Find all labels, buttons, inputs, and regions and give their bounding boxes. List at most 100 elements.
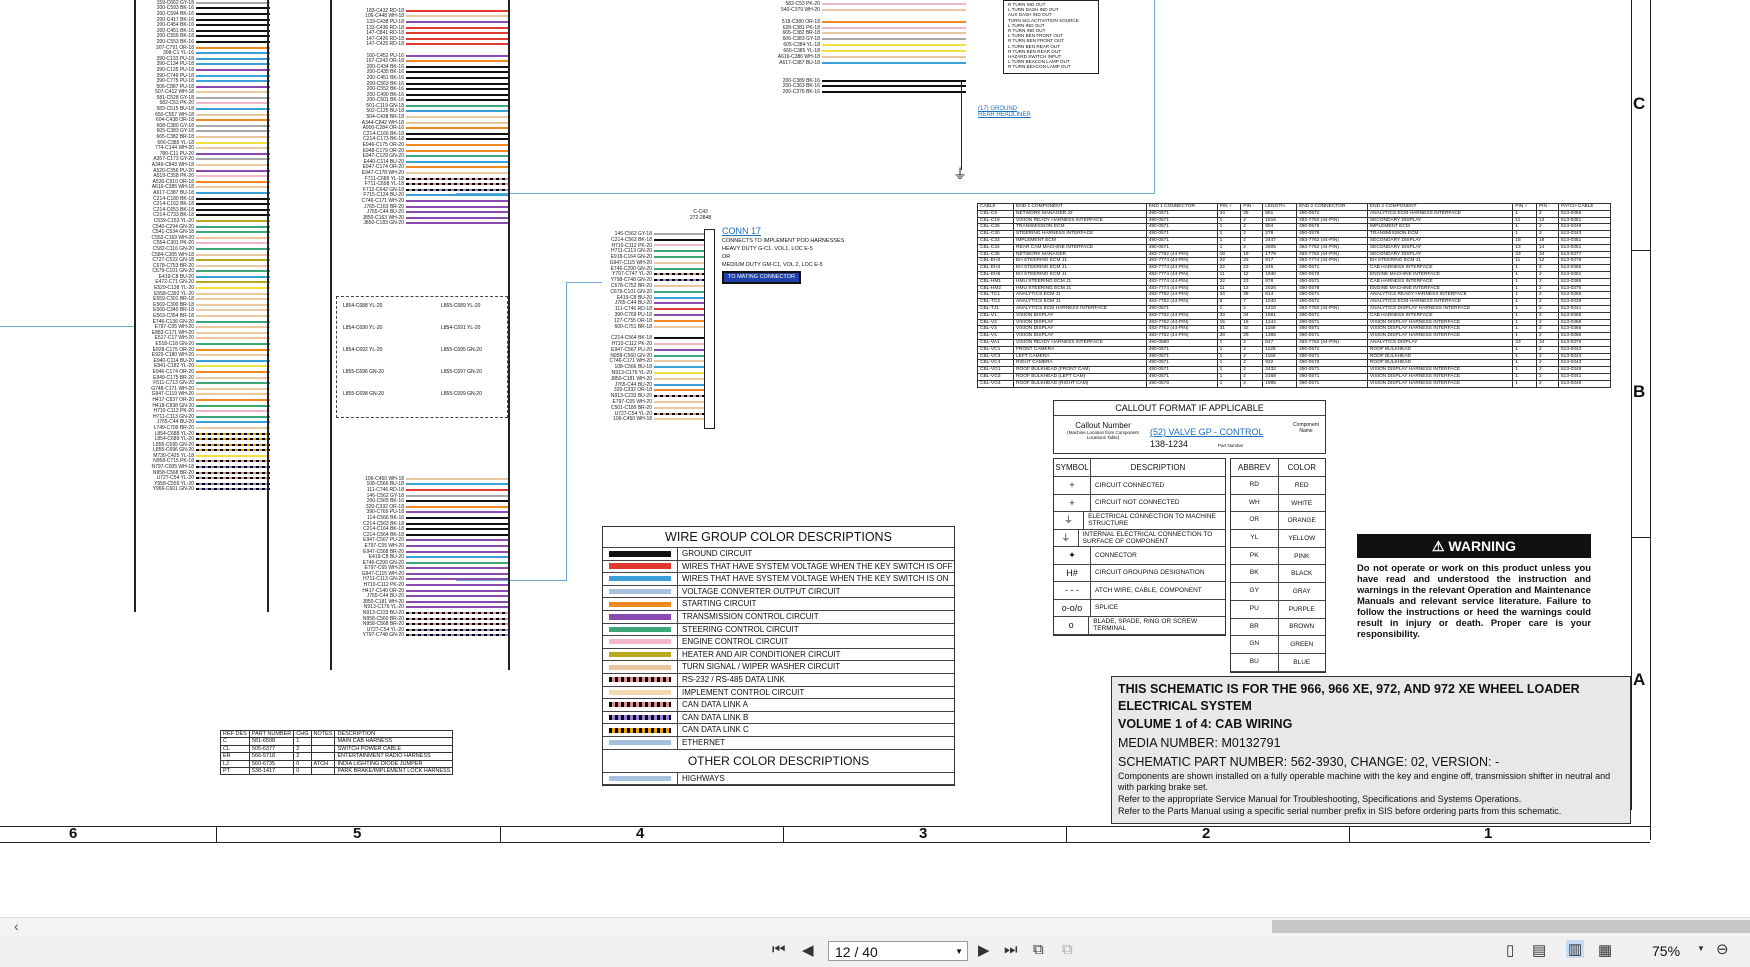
cable-cell: 2 <box>1240 372 1264 381</box>
table-row: CBL-EH4 EH STEERING ECM J1 483-7774 (44-PI… <box>977 264 1612 272</box>
abbrev-row: RD RED <box>1231 477 1325 495</box>
cable-cell: REAR CAM MACHINE INTERFACE <box>1013 243 1147 252</box>
cable-cell: 2 <box>1240 338 1264 347</box>
wire-stroke <box>196 52 270 55</box>
cable-cell: 23 <box>1240 264 1264 272</box>
abbrev-color: BROWN <box>1289 623 1315 631</box>
cable-header-cell: PATCH CABLE <box>1557 203 1612 211</box>
wire-stroke <box>406 65 510 68</box>
cable-cell: 483-7762 (44-PIN) <box>1145 291 1218 300</box>
wire-stroke <box>196 303 270 306</box>
page-selector[interactable]: 12 / 40 ▼ <box>828 941 968 961</box>
cable-cell: 2 <box>1240 230 1264 238</box>
cable-cell: 22 <box>1216 257 1242 266</box>
wire-stroke <box>406 617 510 620</box>
callout-number-label: Callout Number (Machine Location from Co… <box>1064 421 1142 441</box>
wire-stroke <box>196 315 270 318</box>
cable-cell: 490-0571 <box>1296 325 1368 334</box>
wire-stroke <box>406 556 510 559</box>
continuous-two-page-icon[interactable]: ▦ <box>1598 941 1612 959</box>
wire-stroke <box>406 110 510 113</box>
wire-stroke <box>196 164 270 167</box>
splice-label: L855-C696 GN-20 <box>343 369 384 375</box>
cable-cell: 1395 <box>1262 332 1298 340</box>
zoom-value[interactable]: 75% <box>1652 943 1680 959</box>
table-row: CBL-TC2 ANALYTICS ECM J1 483-7762 (44-PIN)… <box>977 298 1612 306</box>
zone-column-bar <box>0 826 1650 843</box>
first-page-icon[interactable]: ⏮ <box>772 941 786 958</box>
cable-cell: 647 <box>1262 338 1298 347</box>
wire-stroke <box>196 7 270 10</box>
cable-cell: ANALYTICS ECM HARNESS INTERFACE <box>1366 298 1514 306</box>
scroll-left-icon[interactable]: ‹ <box>14 918 19 934</box>
zone-column-border <box>1650 0 1651 840</box>
wire-stroke <box>406 43 510 46</box>
conn17-title[interactable]: CONN 17 <box>722 226 862 237</box>
cable-cell: 1 <box>1512 209 1537 218</box>
wire-stroke <box>196 331 270 334</box>
cable-cell: 483-7762 (44-PIN) <box>1145 311 1218 320</box>
legend-text: TURN SIGNAL / WIPER WASHER CIRCUIT <box>677 661 954 673</box>
legend-row: HEATER AND AIR CONDITIONER CIRCUIT <box>603 648 954 662</box>
parts-cell: INDIA LIGHTING DIODE JUMPER <box>334 759 454 769</box>
table-row: CL 505-6377 2 SWITCH POWER CABLE <box>220 744 454 754</box>
cable-cell: 513-0343 <box>1557 230 1612 238</box>
last-page-icon[interactable]: ⏭ <box>1004 941 1018 958</box>
two-page-view-icon[interactable]: ▥ <box>1566 940 1585 958</box>
legend-swatch <box>609 639 671 645</box>
cable-cell: 2 <box>1535 291 1559 300</box>
cable-header-cell: END 2 COMPONENT <box>1366 203 1514 211</box>
callout-link[interactable]: (52) VALVE GP - CONTROL <box>1150 427 1264 437</box>
wire-stroke <box>196 477 270 480</box>
wire-stroke <box>406 494 510 497</box>
cable-cell: 2 <box>1535 352 1559 361</box>
symbol-table: SYMBOL DESCRIPTION + CIRCUIT CONNECTED + CI… <box>1053 458 1226 636</box>
parts-cell: 538-1417 <box>248 767 295 776</box>
wire-stroke <box>822 55 966 58</box>
dropdown-icon[interactable]: ▼ <box>955 942 963 962</box>
cable-cell: 490-0571 <box>1145 230 1218 238</box>
abbrev-row: WH WHITE <box>1231 494 1325 513</box>
legend-text: CAN DATA LINK C <box>677 724 954 736</box>
wire-stroke <box>822 20 966 23</box>
abbrev-table: ABBREV COLOR RD RED WH WHITE OR ORANGE YL YELLO… <box>1230 458 1326 673</box>
warning-icon: ⚠ <box>1431 538 1445 554</box>
parts-cell: PARK BRAKE/IMPLEMENT LOCK HARNESS <box>334 767 454 776</box>
title-line-1: THIS SCHEMATIC IS FOR THE 966, 966 XE, 9… <box>1118 682 1580 713</box>
cable-cell: TRANSMISSION ECM <box>1013 223 1147 232</box>
mating-connector-button[interactable]: TO MATING CONNECTOR <box>722 271 801 284</box>
symbol-description: CIRCUIT CONNECTED <box>1095 481 1165 489</box>
cable-cell: CBL-V3 <box>977 325 1014 334</box>
prev-page-icon[interactable]: ◀ <box>802 941 814 959</box>
continuous-view-icon[interactable]: ▤ <box>1532 941 1546 959</box>
zoom-out-icon[interactable]: ⊖ <box>1716 940 1729 958</box>
scrollbar-thumb[interactable] <box>1272 920 1750 933</box>
title-block: THIS SCHEMATIC IS FOR THE 966, 966 XE, 9… <box>1111 676 1631 824</box>
zone-col-4: 4 <box>636 825 645 842</box>
wire-stroke <box>196 298 270 301</box>
wire-stroke <box>196 40 270 43</box>
cable-cell: 11 <box>1216 270 1242 279</box>
cable-cell: CBL-HM1 <box>977 277 1014 286</box>
wire-stroke <box>196 91 270 94</box>
wire-stroke <box>406 37 510 40</box>
zoom-dropdown-icon[interactable]: ▼ <box>1697 944 1705 953</box>
next-page-icon[interactable]: ▶ <box>978 941 990 959</box>
wire-stroke <box>406 589 510 592</box>
cable-cell: ROOF BULKHEAD (LEFT CAM) <box>1013 372 1147 381</box>
horizontal-scrollbar[interactable]: ‹ <box>0 917 1750 936</box>
page-nav-icon[interactable]: ⧉ <box>1033 941 1044 958</box>
callout-number-text: Callout Number <box>1075 421 1131 430</box>
wire-stroke <box>196 130 270 133</box>
conn17-line3: OR <box>722 254 731 260</box>
single-page-view-icon[interactable]: ▯ <box>1506 941 1514 959</box>
table-row: CBL-C33 IMPLEMENT ECM 490-0571 1 2 2447 483-77… <box>977 236 1612 245</box>
wire-legend-items: GROUND CIRCUIT WIRES THAT HAVE SYSTEM VOL… <box>603 548 954 750</box>
cable-cell: 490-0571 <box>1296 291 1368 300</box>
cable-cell: 1 <box>1216 366 1242 374</box>
legend-text: TRANSMISSION CONTROL CIRCUIT <box>677 610 954 623</box>
splice-label: L855-C695 GN-20 <box>441 347 482 353</box>
symbol-description: SPLICE <box>1095 604 1119 612</box>
table-row: CBL-EH5 EH STEERING ECM J1 483-7774 (44-PI… <box>977 270 1612 279</box>
legend-swatch <box>609 689 671 695</box>
